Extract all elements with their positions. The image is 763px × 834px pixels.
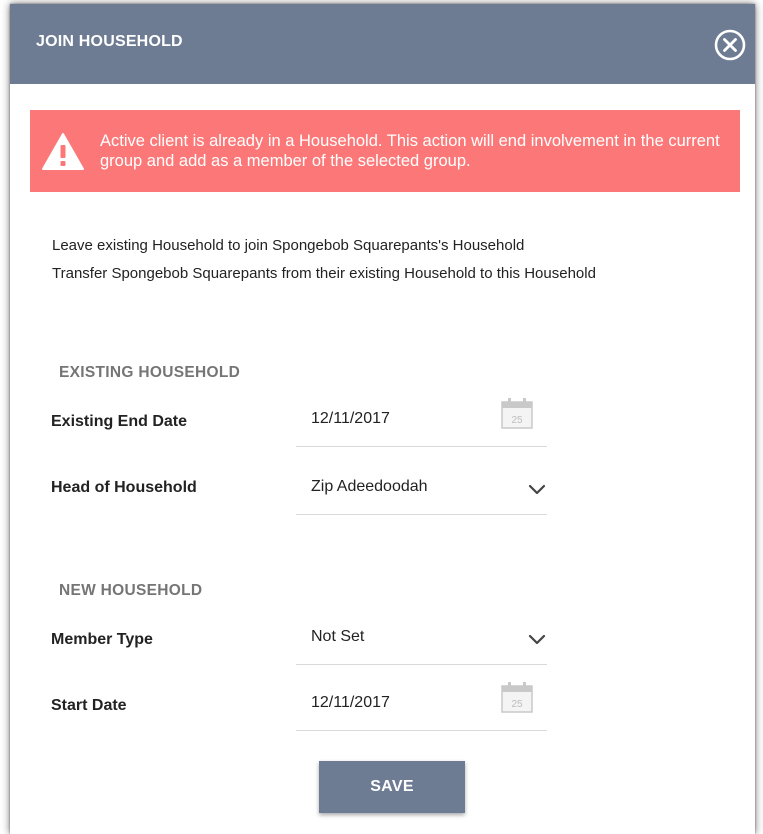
alert-message: Active client is already in a Household.… <box>100 132 720 170</box>
member-type-select[interactable]: Not Set <box>296 628 547 665</box>
intro-text: Leave existing Household to join Spongeb… <box>52 232 596 288</box>
start-date-value[interactable]: 12/11/2017 <box>311 694 390 712</box>
calendar-day-text: 25 <box>511 415 523 426</box>
dialog-title: JOIN HOUSEHOLD <box>36 33 183 50</box>
intro-line-1: Leave existing Household to join Spongeb… <box>52 237 525 254</box>
save-button[interactable]: SAVE <box>319 761 465 813</box>
existing-household-heading: EXISTING HOUSEHOLD <box>59 364 241 381</box>
existing-end-date-value[interactable]: 12/11/2017 <box>311 410 390 428</box>
chevron-down-icon[interactable] <box>527 632 547 646</box>
warning-alert: Active client is already in a Household.… <box>30 110 740 192</box>
join-household-dialog: JOIN HOUSEHOLD Active client is already … <box>10 4 755 834</box>
head-of-household-label: Head of Household <box>51 479 197 496</box>
head-of-household-select[interactable]: Zip Adeedoodah <box>296 478 547 515</box>
head-of-household-value[interactable]: Zip Adeedoodah <box>311 478 428 496</box>
start-date-field[interactable]: 12/11/2017 25 <box>296 682 547 731</box>
close-icon[interactable] <box>713 28 747 62</box>
existing-end-date-field[interactable]: 12/11/2017 25 <box>296 398 547 447</box>
dialog-header: JOIN HOUSEHOLD <box>10 4 755 84</box>
calendar-icon[interactable]: 25 <box>499 396 535 430</box>
chevron-down-icon[interactable] <box>527 482 547 496</box>
member-type-label: Member Type <box>51 631 153 648</box>
new-household-heading: NEW HOUSEHOLD <box>59 582 203 599</box>
calendar-day-text: 25 <box>511 699 523 710</box>
member-type-value[interactable]: Not Set <box>311 628 364 646</box>
intro-line-2: Transfer Spongebob Squarepants from thei… <box>52 265 596 282</box>
calendar-icon[interactable]: 25 <box>499 680 535 714</box>
warning-icon <box>42 133 84 170</box>
start-date-label: Start Date <box>51 697 127 714</box>
existing-end-date-label: Existing End Date <box>51 413 188 430</box>
